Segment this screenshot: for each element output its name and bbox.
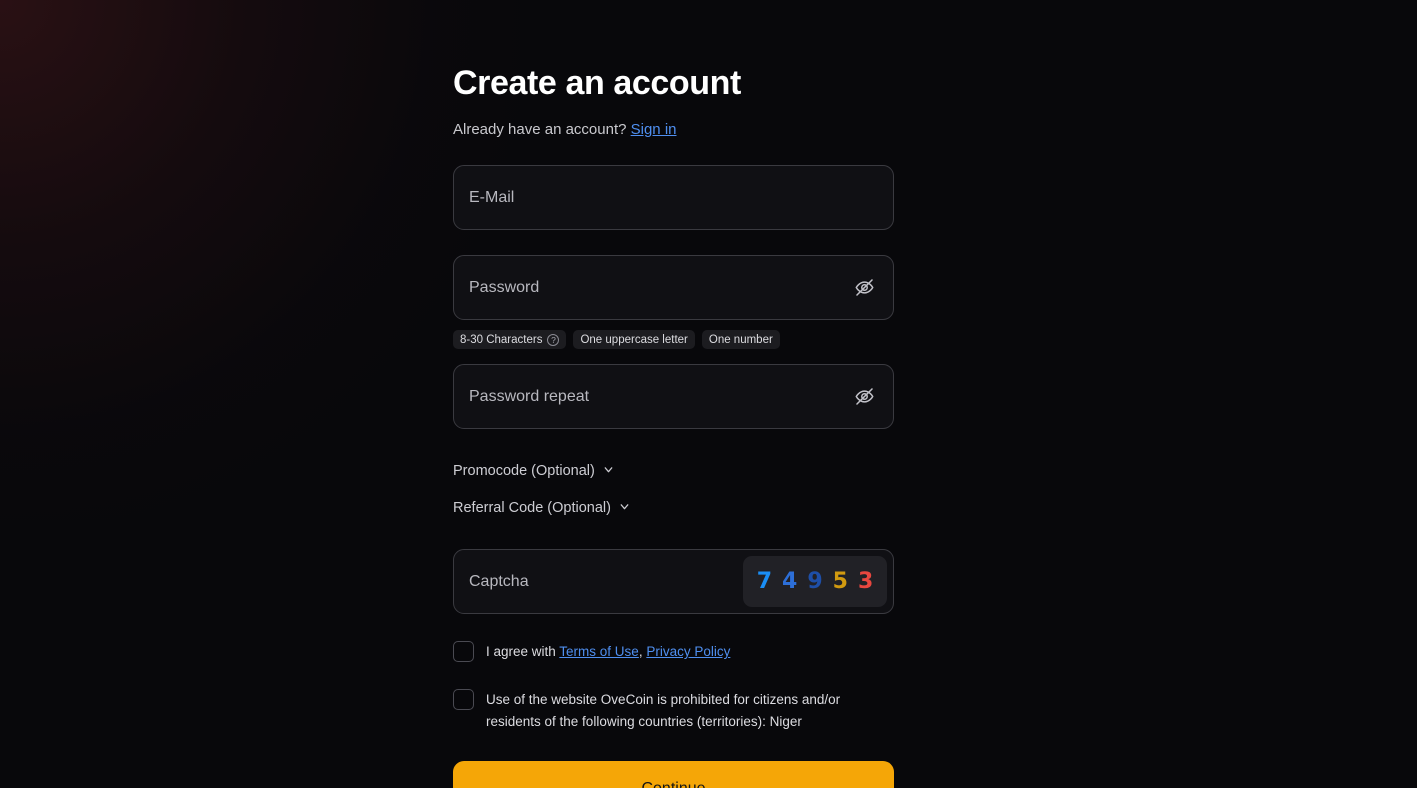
eye-off-icon[interactable] (851, 384, 877, 410)
password-rule-badge: One uppercase letter (573, 330, 695, 349)
continue-button[interactable]: Continue (453, 761, 894, 788)
promocode-label: Promocode (Optional) (453, 463, 595, 479)
referral-code-label: Referral Code (Optional) (453, 500, 611, 516)
password-repeat-field[interactable]: Password repeat (453, 364, 894, 429)
password-repeat-field-label: Password repeat (469, 387, 590, 405)
signup-form: Create an account Already have an accoun… (453, 0, 894, 788)
password-field[interactable]: Password (453, 255, 894, 320)
chevron-down-icon[interactable] (602, 463, 615, 480)
password-rule-label: 8-30 Characters (460, 333, 543, 346)
geo-restriction-label: Use of the website OveCoin is prohibited… (486, 692, 841, 729)
geo-restriction-row[interactable]: Use of the website OveCoin is prohibited… (453, 688, 894, 733)
password-rule-badge: 8-30 Characters ? (453, 330, 567, 349)
question-mark-icon[interactable]: ? (547, 333, 560, 346)
terms-agreement-label: I agree with Terms of Use, Privacy Polic… (486, 640, 730, 663)
captcha-digit: 9 (807, 569, 823, 594)
signin-prompt: Already have an account? Sign in (453, 120, 894, 140)
sign-in-link[interactable]: Sign in (631, 121, 677, 138)
terms-agreement-prefix: I agree with (486, 644, 560, 659)
captcha-field[interactable]: Captcha 7 4 9 5 3 (453, 549, 894, 614)
promocode-toggle[interactable]: Promocode (Optional) (453, 461, 894, 481)
password-rule-label: One number (708, 333, 773, 346)
captcha-digit: 3 (857, 569, 874, 594)
password-field-label: Password (469, 278, 540, 296)
referral-code-toggle[interactable]: Referral Code (Optional) (453, 498, 894, 518)
password-rule-label: One uppercase letter (580, 333, 688, 346)
page-title: Create an account (453, 64, 741, 102)
email-field[interactable]: E-Mail (453, 165, 894, 230)
signin-prompt-text: Already have an account? (453, 121, 627, 138)
signup-page: Create an account Already have an accoun… (0, 0, 1417, 788)
password-rule-badge: One number (701, 330, 780, 349)
chevron-down-icon[interactable] (618, 500, 631, 517)
captcha-digit: 4 (782, 569, 798, 594)
geo-restriction-checkbox[interactable] (453, 689, 474, 710)
captcha-image[interactable]: 7 4 9 5 3 (743, 556, 887, 607)
terms-agreement-row[interactable]: I agree with Terms of Use, Privacy Polic… (453, 640, 894, 663)
captcha-digit: 5 (832, 569, 848, 594)
password-rules: 8-30 Characters ? One uppercase letter O… (453, 330, 894, 349)
email-field-label: E-Mail (469, 188, 515, 206)
eye-off-icon[interactable] (851, 275, 877, 301)
captcha-digit: 7 (756, 569, 773, 594)
privacy-policy-link[interactable]: Privacy Policy (646, 644, 730, 659)
terms-of-use-link[interactable]: Terms of Use (559, 644, 639, 659)
terms-agreement-checkbox[interactable] (453, 641, 474, 662)
captcha-field-label: Captcha (469, 572, 529, 590)
